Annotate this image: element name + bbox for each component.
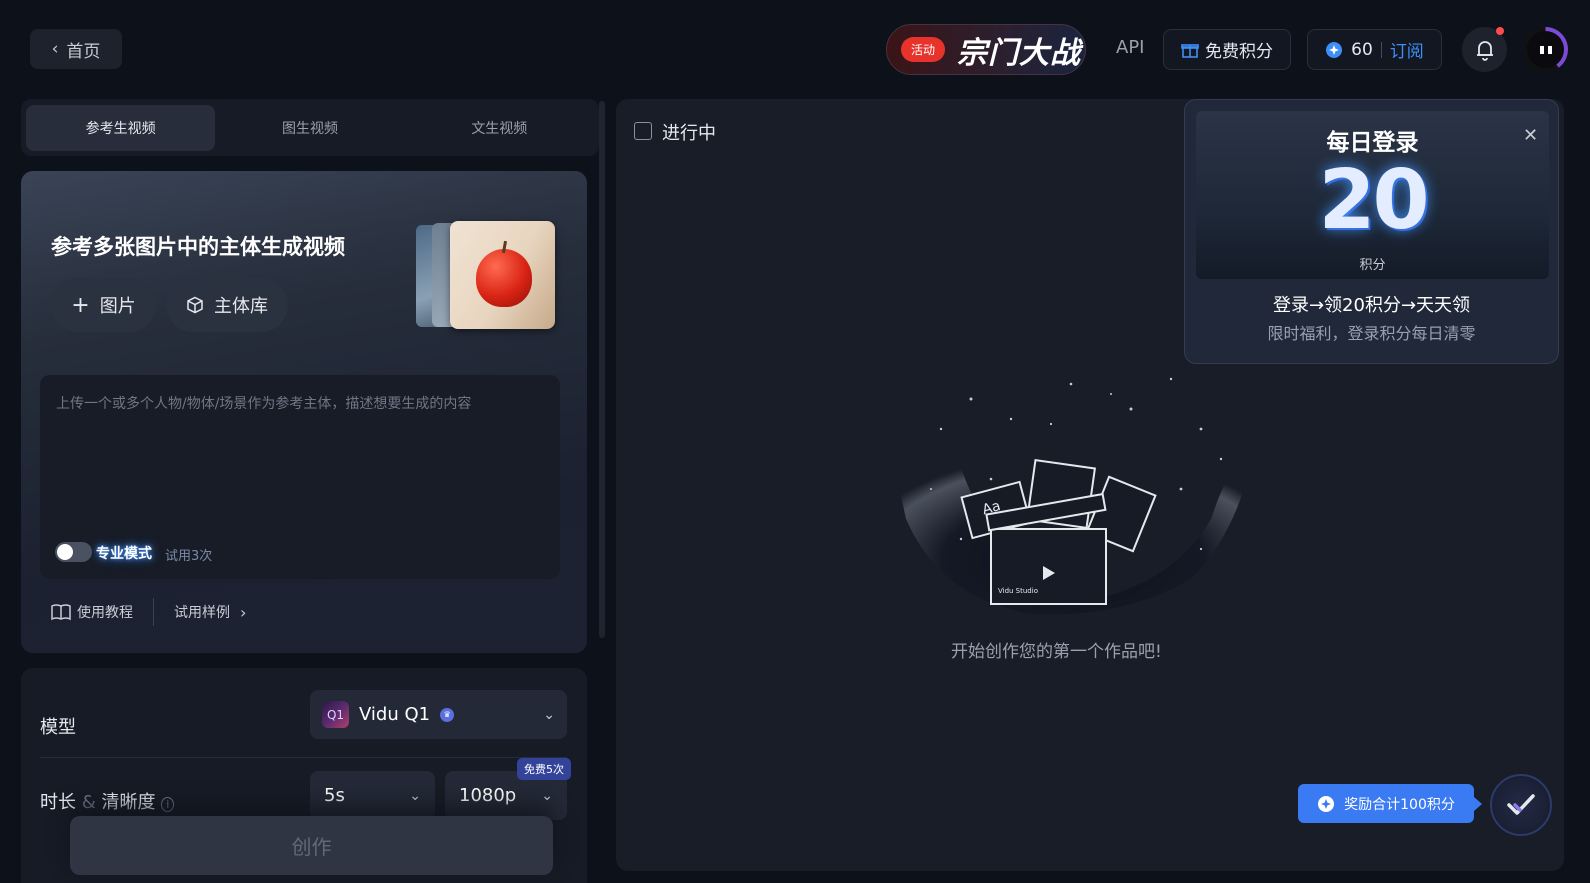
add-image-button[interactable]: + 图片 — [51, 278, 156, 332]
tab-text-video[interactable]: 文生视频 — [405, 105, 594, 151]
tutorial-link[interactable]: 使用教程 — [77, 602, 133, 622]
gift-icon — [1181, 43, 1199, 58]
subject-library-button[interactable]: 主体库 — [166, 278, 288, 332]
model-name: Vidu Q1 — [359, 704, 431, 725]
back-label: 首页 — [66, 41, 101, 62]
free-credits-button[interactable]: 免费积分 — [1163, 29, 1291, 70]
toggle-knob — [57, 544, 73, 560]
scrollbar[interactable] — [599, 101, 605, 638]
in-progress-label: 进行中 — [662, 123, 716, 144]
popup-headline: 登录→领20积分→天天领 — [1272, 295, 1471, 316]
task-check-button[interactable] — [1490, 774, 1552, 836]
ampersand: & — [81, 792, 96, 813]
credits-subscribe[interactable]: 60 订阅 — [1307, 29, 1442, 70]
avatar[interactable] — [1523, 27, 1568, 72]
footer-separator — [153, 598, 154, 626]
duration-value: 5s — [324, 785, 345, 806]
duration-resolution-label: 时长 & 清晰度 i — [40, 788, 175, 814]
cube-icon — [187, 296, 203, 314]
avatar-face — [1527, 31, 1564, 68]
chevron-left-icon: ‹ — [51, 39, 59, 59]
promo-title: 宗门大战 — [957, 35, 1082, 71]
examples-link[interactable]: 试用样例 — [174, 602, 230, 622]
subject-library-label: 主体库 — [214, 296, 268, 317]
card-title: 参考多张图片中的主体生成视频 — [51, 235, 345, 259]
in-progress-checkbox[interactable] — [634, 122, 652, 140]
apple-image — [476, 249, 532, 307]
api-link[interactable]: API — [1116, 37, 1144, 58]
chevron-down-icon: ⌄ — [543, 706, 555, 723]
book-icon — [51, 604, 71, 621]
promo-badge: 活动 — [901, 37, 946, 62]
empty-state-illustration: Aa Vidu Studio — [891, 377, 1256, 615]
popup-subtext: 限时福利，登录积分每日清零 — [1267, 324, 1476, 343]
settings-divider — [40, 757, 567, 758]
reference-thumbnails — [416, 221, 561, 331]
close-icon[interactable]: ✕ — [1523, 125, 1538, 146]
pro-mode-toggle[interactable] — [55, 542, 92, 562]
illustration-brand: Vidu Studio — [998, 587, 1038, 595]
reference-card: 参考多张图片中的主体生成视频 + 图片 主体库 上传一个或多个人物/物体/场景作… — [21, 171, 587, 653]
bell-icon — [1476, 40, 1493, 61]
mode-tabs: 参考生视频 图生视频 文生视频 — [21, 99, 599, 156]
crown-icon: ♛ — [440, 707, 455, 722]
chevron-right-icon: › — [240, 602, 247, 622]
tab-image-video[interactable]: 图生视频 — [215, 105, 404, 151]
credit-coin-icon — [1318, 795, 1335, 812]
model-badge: Q1 — [322, 701, 349, 728]
reward-pointer — [1474, 797, 1482, 811]
reward-button[interactable]: 奖励合计100积分 — [1298, 784, 1474, 823]
checkmark-icon — [1507, 794, 1535, 815]
free-uses-badge: 免费5次 — [517, 758, 571, 780]
create-button[interactable]: 创作 — [70, 816, 553, 875]
free-credits-label: 免费积分 — [1205, 42, 1273, 62]
reward-label: 奖励合计100积分 — [1344, 796, 1455, 813]
popup-banner: 每日登录 20 积分 — [1196, 111, 1549, 279]
duration-label: 时长 — [40, 792, 76, 813]
card-footer: 使用教程 试用样例 › — [51, 598, 246, 626]
empty-state-text: 开始创作您的第一个作品吧! — [951, 642, 1162, 662]
popup-number: 20 — [1318, 153, 1429, 248]
plus-icon: + — [71, 292, 90, 318]
prompt-textarea[interactable]: 上传一个或多个人物/物体/场景作为参考主体，描述想要生成的内容 专业模式 试用3… — [40, 375, 560, 579]
credit-coin-icon — [1326, 41, 1343, 58]
model-label: 模型 — [40, 717, 76, 738]
resolution-value: 1080p — [459, 785, 517, 806]
credits-count: 60 — [1351, 39, 1373, 60]
duration-select[interactable]: 5s ⌄ — [310, 771, 435, 820]
tab-reference-video[interactable]: 参考生视频 — [26, 104, 216, 151]
popup-title: 每日登录 — [1326, 130, 1419, 156]
daily-login-popup: 每日登录 20 积分 ✕ 登录→领20积分→天天领 限时福利，登录积分每日清零 — [1184, 99, 1559, 364]
separator — [1380, 41, 1382, 58]
subscribe-link[interactable]: 订阅 — [1390, 37, 1424, 62]
home-back-button[interactable]: ‹ 首页 — [30, 29, 122, 69]
resolution-label: 清晰度 — [101, 792, 156, 813]
pro-mode-label: 专业模式 — [96, 546, 152, 562]
promo-banner[interactable]: 活动 宗门大战 — [886, 24, 1086, 75]
chevron-down-icon: ⌄ — [541, 787, 553, 804]
info-icon: i — [161, 797, 175, 812]
model-select[interactable]: Q1 Vidu Q1 ♛ ⌄ — [310, 690, 567, 739]
notification-dot — [1496, 27, 1504, 35]
prompt-placeholder: 上传一个或多个人物/物体/场景作为参考主体，描述想要生成的内容 — [56, 396, 472, 412]
apple-thumbnail — [450, 221, 555, 329]
trial-count: 试用3次 — [165, 549, 213, 564]
popup-unit: 积分 — [1359, 258, 1386, 273]
chevron-down-icon: ⌄ — [409, 787, 421, 804]
add-image-label: 图片 — [99, 296, 136, 317]
